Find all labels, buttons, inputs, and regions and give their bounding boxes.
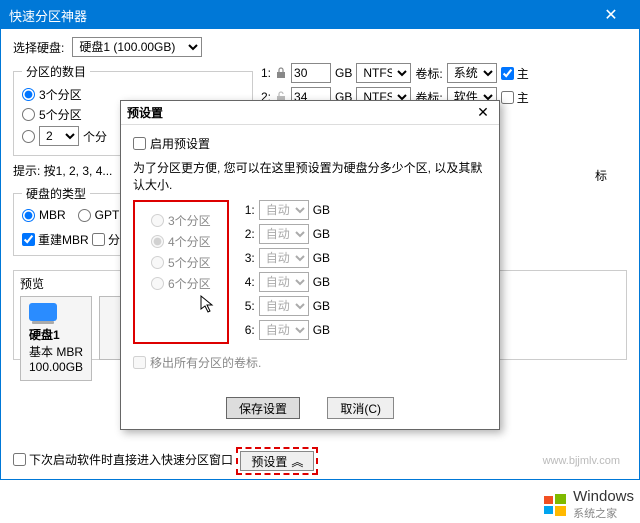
disk-card[interactable]: 硬盘1 基本 MBR 100.00GB — [20, 296, 92, 381]
auto-idx: 2: — [245, 227, 255, 241]
disk-size-text: 100.00GB — [29, 360, 83, 374]
quick-launch-checkbox[interactable] — [13, 453, 26, 466]
watermark-text1: Windows — [573, 488, 634, 505]
titlebar: 快速分区神器 ✕ — [1, 1, 639, 29]
preset-radio-4-label: 4个分区 — [168, 233, 211, 250]
dialog-header: 预设置 ✕ — [121, 101, 499, 125]
preset-radio-6-label: 6个分区 — [168, 275, 211, 292]
radio-mbr[interactable] — [22, 209, 35, 222]
auto-idx: 1: — [245, 203, 255, 217]
radio-gpt[interactable] — [78, 209, 91, 222]
auto-idx: 3: — [245, 251, 255, 265]
radio-3-partitions[interactable] — [22, 88, 35, 101]
preset-radio-3[interactable] — [151, 214, 164, 227]
auto-gb: GB — [313, 203, 330, 217]
preset-radio-group: 3个分区 4个分区 5个分区 6个分区 — [133, 200, 229, 344]
windows-logo-icon — [543, 493, 567, 517]
primary-label-1: 主 — [517, 65, 529, 82]
preset-radio-3-label: 3个分区 — [168, 212, 211, 229]
auto-select-1[interactable]: 自动 — [259, 200, 309, 220]
auto-select-2[interactable]: 自动 — [259, 224, 309, 244]
lock-icon — [275, 67, 287, 79]
auto-select-3[interactable]: 自动 — [259, 248, 309, 268]
preset-radio-5-label: 5个分区 — [168, 254, 211, 271]
primary-label-2: 主 — [517, 89, 529, 106]
rebuild-mbr-label: 重建MBR — [38, 231, 89, 248]
gb-label: GB — [335, 66, 352, 80]
enable-preset-checkbox[interactable] — [133, 137, 146, 150]
auto-idx: 5: — [245, 299, 255, 313]
auto-select-5[interactable]: 自动 — [259, 296, 309, 316]
vol-select-1[interactable]: 系统 — [447, 63, 497, 83]
fs-select-1[interactable]: NTFS — [356, 63, 411, 83]
custom-count-select[interactable]: 2 — [39, 126, 79, 146]
auto-gb: GB — [313, 299, 330, 313]
align-checkbox[interactable] — [92, 233, 105, 246]
auto-gb: GB — [313, 227, 330, 241]
size-input-1[interactable] — [291, 63, 331, 83]
quick-launch-label: 下次启动软件时直接进入快速分区窗口 — [29, 451, 233, 468]
row-idx: 1: — [261, 66, 271, 80]
radio-3-label: 3个分区 — [39, 86, 82, 103]
watermark-text2: 系统之家 — [573, 505, 634, 521]
preset-button-highlight: 预设置︽ — [236, 447, 318, 475]
auto-idx: 6: — [245, 323, 255, 337]
partition-count-legend: 分区的数目 — [22, 63, 90, 80]
preset-radio-4[interactable] — [151, 235, 164, 248]
rebuild-mbr-checkbox[interactable] — [22, 233, 35, 246]
disk-select[interactable]: 硬盘1 (100.00GB) — [72, 37, 202, 57]
auto-gb: GB — [313, 323, 330, 337]
preset-button[interactable]: 预设置︽ — [240, 451, 314, 471]
cursor-icon — [199, 294, 215, 314]
primary-check-1[interactable] — [501, 67, 514, 80]
auto-gb: GB — [313, 275, 330, 289]
watermark-url: www.bjjmlv.com — [543, 455, 620, 467]
preset-radio-5[interactable] — [151, 256, 164, 269]
export-labels-checkbox[interactable] — [133, 356, 146, 369]
preset-radio-6[interactable] — [151, 277, 164, 290]
dialog-close-button[interactable]: ✕ — [473, 104, 493, 121]
dialog-title: 预设置 — [127, 104, 473, 121]
radio-5-partitions[interactable] — [22, 108, 35, 121]
export-labels-label: 移出所有分区的卷标. — [150, 354, 261, 371]
mbr-label: MBR — [39, 208, 66, 222]
dialog-description: 为了分区更方便, 您可以在这里预设置为硬盘分多少个区, 以及其默认大小. — [133, 160, 487, 194]
partition-row-1: 1: GB NTFS 卷标: 系统 主 — [261, 63, 627, 83]
radio-custom-partitions[interactable] — [22, 130, 35, 143]
window-close-button[interactable]: ✕ — [591, 5, 631, 25]
vol-label: 卷标: — [415, 65, 442, 82]
primary-check-2[interactable] — [501, 91, 514, 104]
icon-label-fragment: 标 — [595, 169, 607, 183]
disk-type-text: 基本 MBR — [29, 345, 83, 359]
auto-select-4[interactable]: 自动 — [259, 272, 309, 292]
gpt-label: GPT — [95, 208, 120, 222]
disk-icon — [29, 303, 57, 321]
radio-5-label: 5个分区 — [39, 106, 82, 123]
auto-select-6[interactable]: 自动 — [259, 320, 309, 340]
cancel-button[interactable]: 取消(C) — [327, 397, 394, 419]
auto-size-list: 1: 自动 GB 2: 自动 GB 3: 自动 GB 4: 自动 GB 5: 自动 GB 6: 自动 G… — [245, 200, 487, 344]
auto-idx: 4: — [245, 275, 255, 289]
custom-suffix: 个分 — [83, 128, 107, 145]
disk-type-legend: 硬盘的类型 — [22, 185, 90, 202]
preset-dialog: 预设置 ✕ 启用预设置 为了分区更方便, 您可以在这里预设置为硬盘分多少个区, … — [120, 100, 500, 430]
auto-gb: GB — [313, 251, 330, 265]
disk-name: 硬盘1 — [29, 328, 60, 342]
enable-preset-label: 启用预设置 — [150, 135, 210, 152]
watermark: Windows系统之家 — [543, 488, 634, 521]
save-settings-button[interactable]: 保存设置 — [226, 397, 300, 419]
disk-select-label: 选择硬盘: — [13, 39, 64, 56]
chevron-up-icon: ︽ — [291, 455, 303, 469]
window-title: 快速分区神器 — [9, 6, 591, 25]
